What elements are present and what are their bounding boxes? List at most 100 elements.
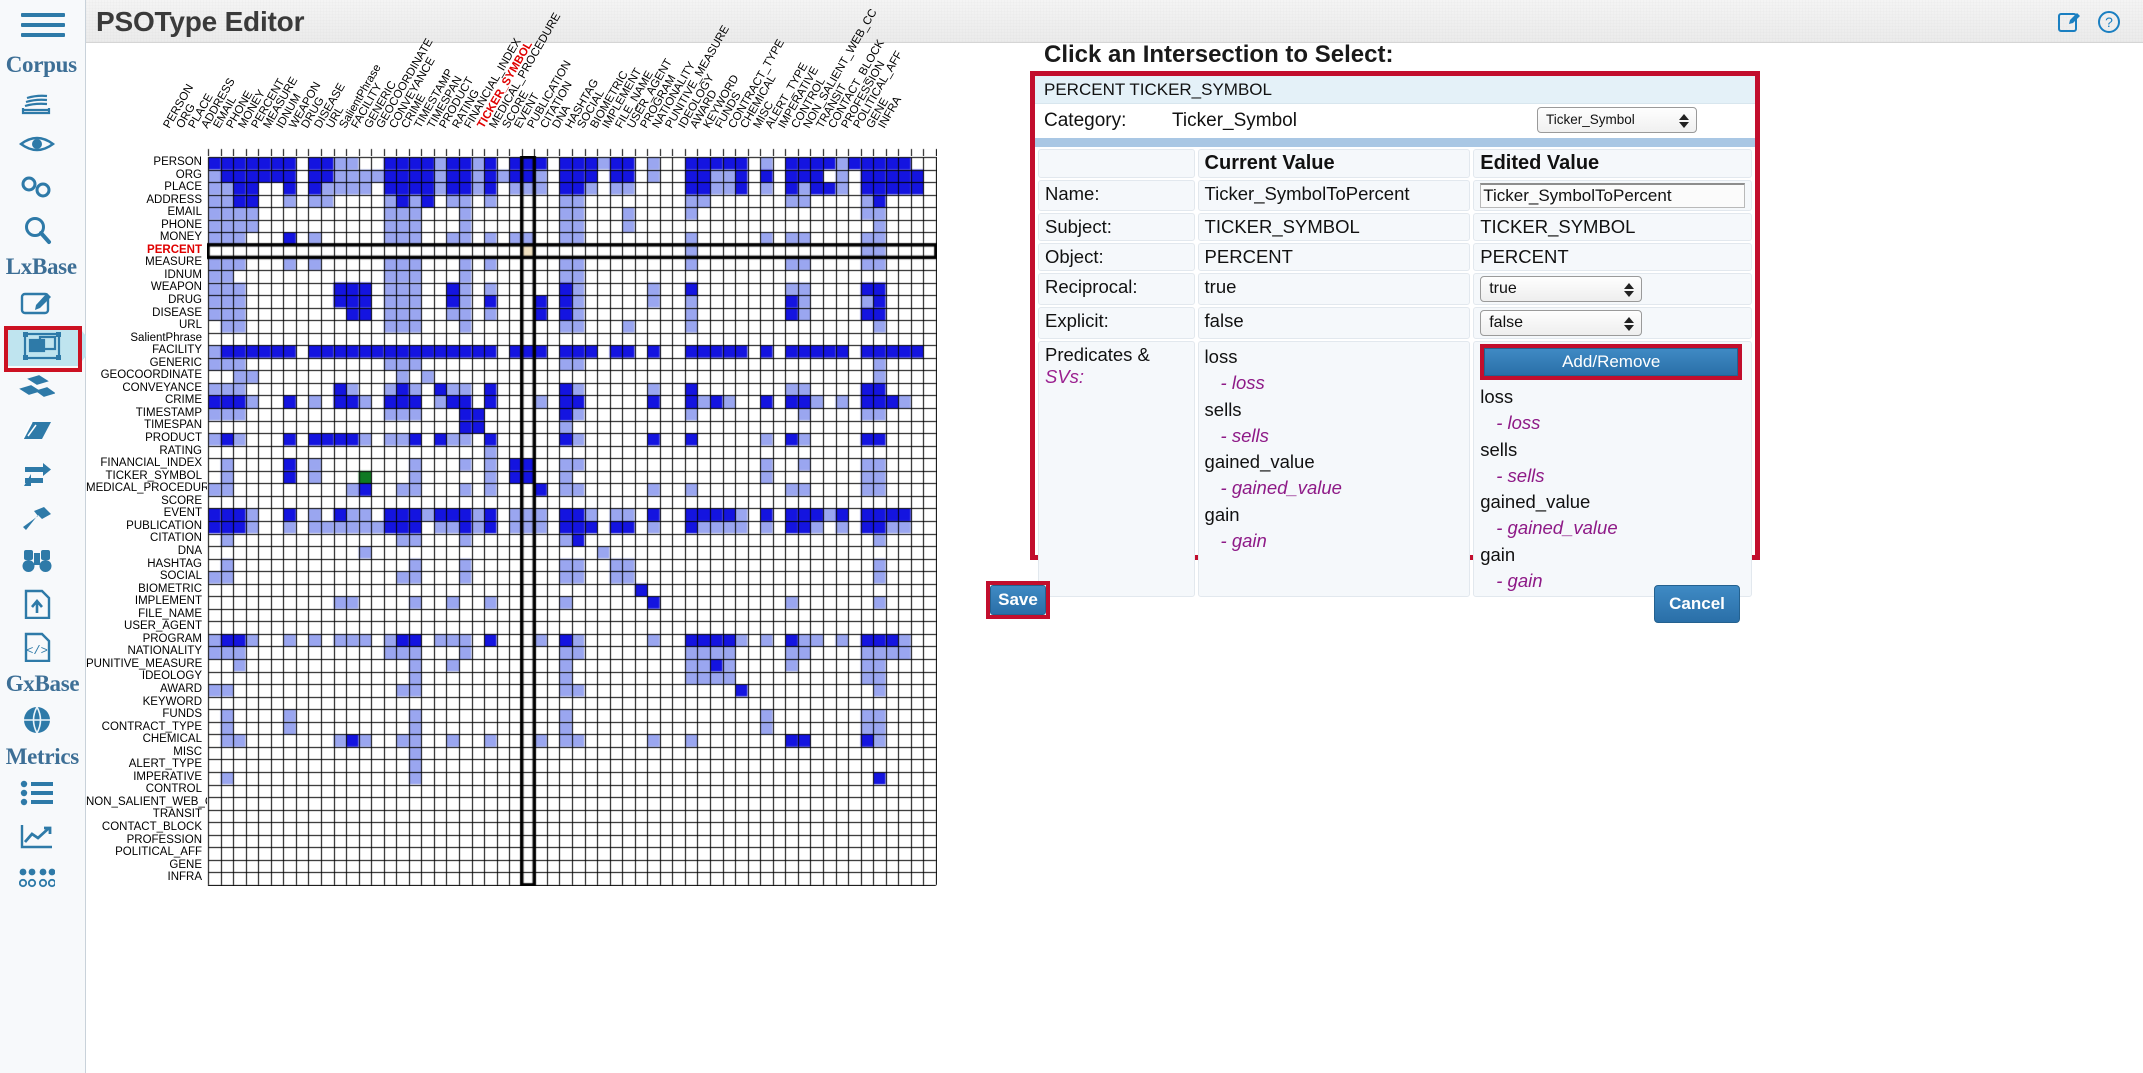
blocks-icon[interactable] — [6, 369, 68, 409]
edit-pencil-icon[interactable] — [6, 283, 68, 323]
edited-select-value-3: true — [1489, 280, 1517, 297]
row-label-chemical[interactable]: CHEMICAL — [86, 733, 207, 746]
row-label-dna[interactable]: DNA — [86, 545, 207, 558]
row-label-control[interactable]: CONTROL — [86, 783, 207, 796]
row-label-org[interactable]: ORG — [86, 169, 207, 182]
row-label-financial_index[interactable]: FINANCIAL_INDEX — [86, 457, 207, 470]
file-import-icon[interactable] — [6, 584, 68, 624]
row-label-keyword[interactable]: KEYWORD — [86, 696, 207, 709]
globe-icon[interactable] — [6, 700, 68, 740]
psotype-editor-icon[interactable] — [5, 326, 94, 366]
row-label-weapon[interactable]: WEAPON — [86, 281, 207, 294]
category-label: Category: — [1044, 110, 1127, 131]
cancel-button[interactable]: Cancel — [1654, 585, 1740, 623]
row-label-place[interactable]: PLACE — [86, 181, 207, 194]
row-label-gene[interactable]: GENE — [86, 859, 207, 872]
row-label-implement[interactable]: IMPLEMENT — [86, 595, 207, 608]
svg-text:</>: </> — [26, 644, 48, 658]
save-button[interactable]: Save — [990, 585, 1046, 615]
row-label-medical_procedure[interactable]: MEDICAL_PROCEDURE — [86, 482, 217, 495]
row-label-user_agent[interactable]: USER_AGENT — [86, 620, 207, 633]
row-label-funds[interactable]: FUNDS — [86, 708, 207, 721]
attributes-table: Current Value Edited Value Name: Ticker_S… — [1035, 147, 1755, 599]
link-chain-icon[interactable] — [6, 167, 68, 207]
predicate-sv: - sells — [1496, 464, 1545, 486]
row-label-file_name[interactable]: FILE_NAME — [86, 608, 207, 621]
row-label-money[interactable]: MONEY — [86, 231, 207, 244]
row-label-ticker_symbol[interactable]: TICKER_SYMBOL — [86, 470, 207, 483]
row-label-drug[interactable]: DRUG — [86, 294, 207, 307]
edited-value-4[interactable]: false — [1473, 307, 1752, 339]
row-label-email[interactable]: EMAIL — [86, 206, 207, 219]
row-label-political_aff[interactable]: POLITICAL_AFF — [86, 846, 207, 859]
row-label-punitive_measure[interactable]: PUNITIVE_MEASURE — [86, 658, 207, 671]
matrix-canvas[interactable] — [207, 156, 937, 886]
row-label-conveyance[interactable]: CONVEYANCE — [86, 382, 207, 395]
list-icon[interactable] — [6, 773, 68, 813]
row-label-contract_type[interactable]: CONTRACT_TYPE — [86, 721, 207, 734]
row-label-measure[interactable]: MEASURE — [86, 256, 207, 269]
row-label-non_salient_web_cc[interactable]: NON_SALIENT_WEB_CC — [86, 796, 221, 809]
row-label-ideology[interactable]: IDEOLOGY — [86, 670, 207, 683]
category-select[interactable]: Ticker_Symbol — [1537, 107, 1697, 133]
row-label-alert_type[interactable]: ALERT_TYPE — [86, 758, 207, 771]
row-label-person[interactable]: PERSON — [86, 156, 207, 169]
row-label-publication[interactable]: PUBLICATION — [86, 520, 207, 533]
question-circle-icon[interactable]: ? — [2097, 10, 2121, 34]
row-label-score[interactable]: SCORE — [86, 495, 207, 508]
row-label-imperative[interactable]: IMPERATIVE — [86, 771, 207, 784]
row-label-timespan[interactable]: TIMESPAN — [86, 419, 207, 432]
row-label-geocoordinate[interactable]: GEOCOORDINATE — [86, 369, 207, 382]
edited-value-0[interactable] — [1473, 180, 1752, 211]
row-label-rating[interactable]: RATING — [86, 445, 207, 458]
row-label-product[interactable]: PRODUCT — [86, 432, 207, 445]
row-label-program[interactable]: PROGRAM — [86, 633, 207, 646]
row-label-profession[interactable]: PROFESSION — [86, 834, 207, 847]
row-label-idnum[interactable]: IDNUM — [86, 269, 207, 282]
hamburger-menu-icon[interactable] — [20, 8, 65, 42]
edited-select-4[interactable]: false — [1480, 310, 1643, 336]
row-label-facility[interactable]: FACILITY — [86, 344, 207, 357]
row-label-url[interactable]: URL — [86, 319, 207, 332]
edited-select-3[interactable]: true — [1480, 276, 1643, 302]
row-label-misc[interactable]: MISC — [86, 746, 207, 759]
code-file-icon[interactable]: </> — [6, 627, 68, 667]
row-label-hashtag[interactable]: HASHTAG — [86, 558, 207, 571]
hammer-icon[interactable] — [6, 498, 68, 538]
row-label-citation[interactable]: CITATION — [86, 532, 207, 545]
row-label-biometric[interactable]: BIOMETRIC — [86, 583, 207, 596]
row-label-event[interactable]: EVENT — [86, 507, 207, 520]
row-label-salientphrase[interactable]: SalientPhrase — [86, 332, 207, 345]
row-label-disease[interactable]: DISEASE — [86, 307, 207, 320]
documents-stack-icon[interactable] — [6, 81, 68, 121]
row-label-award[interactable]: AWARD — [86, 683, 207, 696]
row-label-crime[interactable]: CRIME — [86, 394, 207, 407]
dots-grid-icon[interactable] — [6, 859, 68, 899]
divider-rule — [1035, 138, 1755, 147]
sync-arrows-icon[interactable] — [6, 455, 68, 495]
row-label-nationality[interactable]: NATIONALITY — [86, 645, 207, 658]
row-label-address[interactable]: ADDRESS — [86, 194, 207, 207]
book-icon[interactable] — [6, 412, 68, 452]
pso-matrix[interactable]: PERSON ORG PLACE ADDRESS EMAIL PHONE MONEY PERC… — [86, 7, 966, 1073]
row-label-infra[interactable]: INFRA — [86, 871, 207, 884]
row-label-percent[interactable]: PERCENT — [86, 244, 207, 257]
row-label-timestamp[interactable]: TIMESTAMP — [86, 407, 207, 420]
col-header-current: Current Value — [1197, 149, 1471, 178]
row-label-generic[interactable]: GENERIC — [86, 357, 207, 370]
edited-name-input[interactable] — [1480, 183, 1745, 208]
edit-square-icon[interactable] — [2057, 10, 2081, 34]
add-remove-button[interactable]: Add/Remove — [1484, 348, 1739, 376]
magnifier-icon[interactable] — [6, 210, 68, 250]
row-label-phone[interactable]: PHONE — [86, 219, 207, 232]
chart-line-icon[interactable] — [6, 816, 68, 856]
eye-icon[interactable] — [6, 124, 68, 164]
edited-value-3[interactable]: true — [1473, 273, 1752, 305]
row-label-transit[interactable]: TRANSIT — [86, 808, 207, 821]
matrix-grid[interactable] — [207, 156, 937, 886]
row-label-contact_block[interactable]: CONTACT_BLOCK — [86, 821, 207, 834]
svg-text:?: ? — [2105, 14, 2113, 30]
predicates-edited-list[interactable]: Add/Remove loss - loss sells - sells gained_v… — [1473, 341, 1752, 598]
row-label-social[interactable]: SOCIAL — [86, 570, 207, 583]
binoculars-icon[interactable] — [6, 541, 68, 581]
